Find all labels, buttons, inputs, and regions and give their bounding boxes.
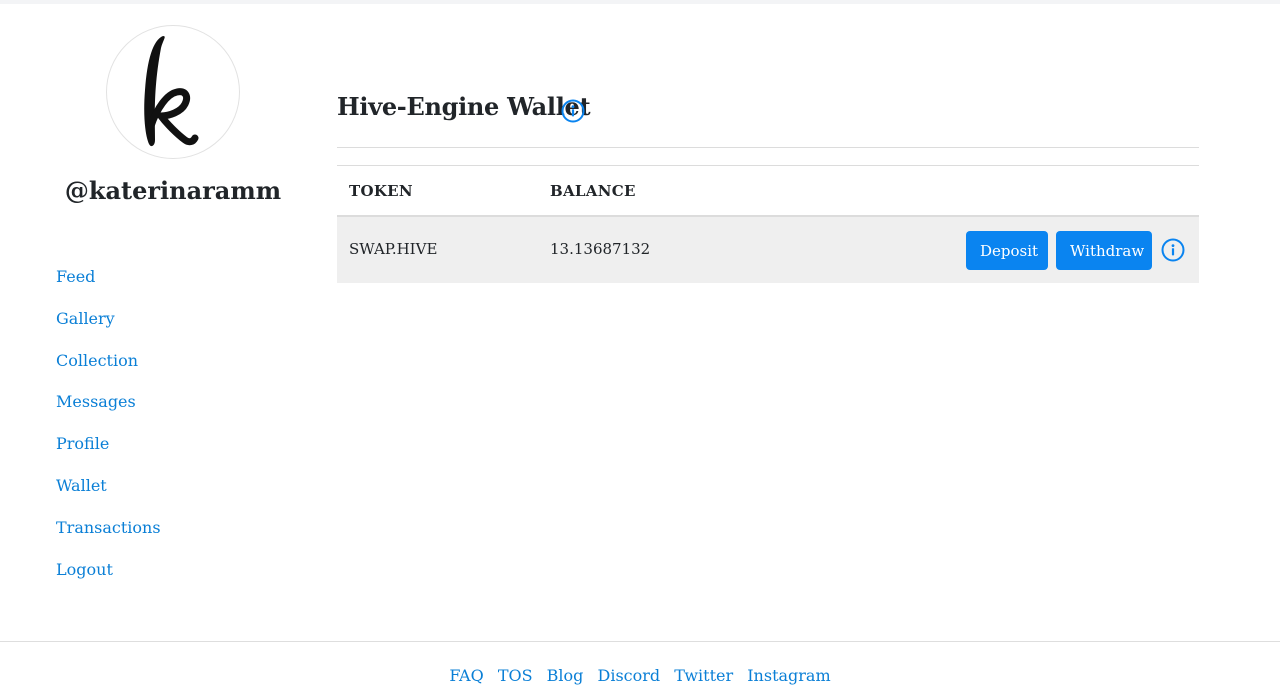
footer-link-instagram[interactable]: Instagram [747, 666, 830, 685]
avatar-k-glyph [144, 36, 199, 147]
info-circle-icon[interactable] [561, 99, 585, 123]
info-circle-icon[interactable] [1161, 238, 1185, 262]
sidebar-item-profile[interactable]: Profile [56, 433, 109, 455]
token-cell: SWAP.HIVE [349, 240, 438, 258]
page-title: Hive-Engine Wallet [337, 92, 591, 121]
footer-link-blog[interactable]: Blog [547, 666, 584, 685]
sidebar-item-messages[interactable]: Messages [56, 391, 136, 413]
sidebar-item-feed[interactable]: Feed [56, 266, 95, 288]
avatar[interactable] [106, 25, 240, 159]
column-header-token: TOKEN [349, 182, 413, 200]
sidebar-nav: Feed Gallery Collection Messages Profile… [56, 266, 161, 600]
footer-link-twitter[interactable]: Twitter [674, 666, 733, 685]
footer-link-discord[interactable]: Discord [598, 666, 661, 685]
column-header-balance: BALANCE [550, 182, 636, 200]
withdraw-button[interactable]: Withdraw [1056, 231, 1152, 270]
footer-divider [0, 641, 1280, 642]
top-strip [0, 0, 1280, 4]
balance-cell: 13.13687132 [550, 240, 651, 258]
sidebar-item-logout[interactable]: Logout [56, 559, 113, 581]
sidebar-item-collection[interactable]: Collection [56, 350, 138, 372]
username: @katerinaramm [64, 176, 282, 205]
table-row: SWAP.HIVE 13.13687132 Deposit Withdraw [337, 217, 1199, 283]
sidebar-item-wallet[interactable]: Wallet [56, 475, 107, 497]
deposit-button[interactable]: Deposit [966, 231, 1048, 270]
sidebar-item-gallery[interactable]: Gallery [56, 308, 115, 330]
footer-link-tos[interactable]: TOS [498, 666, 533, 685]
sidebar-item-transactions[interactable]: Transactions [56, 517, 161, 539]
divider [337, 165, 1199, 166]
footer-link-faq[interactable]: FAQ [449, 666, 483, 685]
divider [337, 147, 1199, 148]
footer-links: FAQ TOS Blog Discord Twitter Instagram [0, 666, 1280, 685]
